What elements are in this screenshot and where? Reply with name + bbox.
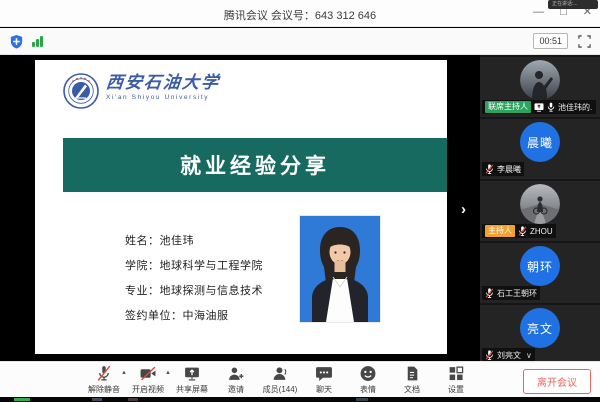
settings-button[interactable]: 设置 [434, 365, 478, 395]
university-name-en: Xi'an Shiyou University [106, 94, 220, 101]
participant-name: 石工王朝环 [497, 288, 537, 299]
participant-name: 李晨曦 [497, 164, 521, 175]
host-badge: 主持人 [485, 225, 515, 237]
chat-button[interactable]: 聊天 [302, 365, 346, 395]
taskbar-mark [128, 398, 138, 401]
slide-line-employer: 签约单位：中海油服 [125, 307, 263, 323]
id-photo [300, 216, 380, 322]
network-signal-icon[interactable] [32, 35, 43, 47]
meeting-infobar: 00:51 [0, 28, 600, 55]
mic-on-icon [547, 102, 555, 112]
meeting-timer: 00:51 [533, 33, 568, 49]
invite-button[interactable]: 邀请 [214, 365, 258, 395]
participant-name: 池佳玮的... [558, 102, 593, 113]
mic-muted-icon [518, 226, 527, 236]
taskbar-mark [92, 398, 102, 401]
avatar [520, 60, 560, 100]
cohost-badge: 联席主持人 [485, 101, 531, 113]
participant-tile[interactable]: 亮文 刘亮文 ∨ [480, 305, 600, 361]
minimize-button[interactable]: — [533, 5, 544, 19]
unmute-button[interactable]: 解除静音 ▲ [82, 365, 126, 395]
slide-line-college: 学院：地球科学与工程学院 [125, 257, 263, 273]
mic-muted-icon [485, 164, 494, 174]
share-screen-button[interactable]: 共享屏幕 [170, 365, 214, 395]
chevron-down-icon[interactable]: ∨ [526, 351, 532, 360]
avatar-initials: 亮文 [527, 320, 553, 337]
university-name-cn: 西安石油大学 [105, 73, 221, 93]
members-button[interactable]: 成员(144) [258, 365, 302, 395]
avatar-initials: 朝环 [527, 258, 553, 275]
avatar: 朝环 [520, 246, 560, 286]
meeting-title: 腾讯会议 会议号：643 312 646 [0, 7, 600, 23]
avatar-initials: 晨曦 [527, 134, 553, 151]
screen-share-mini-icon [534, 103, 544, 112]
taskbar-green-mark [14, 398, 30, 401]
participant-tile[interactable]: 联席主持人 池佳玮的... [480, 57, 600, 117]
taskbar-sliver [0, 397, 600, 402]
shared-screen-area: 西安石油大学 Xi'an Shiyou University 就业经验分享 姓名… [0, 55, 480, 361]
participant-tile[interactable]: 主持人 ZHOU [480, 181, 600, 241]
taskbar-mark [356, 398, 368, 401]
speaking-indicator-tooltip: 正在讲话:... [548, 0, 598, 9]
avatar [520, 184, 560, 224]
participant-name: ZHOU [530, 227, 553, 236]
participants-sidebar: 联席主持人 池佳玮的... 晨曦 李晨曦 [480, 55, 600, 361]
emoji-button[interactable]: 表情 [346, 365, 390, 395]
presentation-slide: 西安石油大学 Xi'an Shiyou University 就业经验分享 姓名… [35, 60, 447, 354]
participant-tile[interactable]: 晨曦 李晨曦 [480, 119, 600, 179]
window-titlebar: 腾讯会议 会议号：643 312 646 — □ ✕ [0, 0, 600, 27]
avatar: 亮文 [520, 308, 560, 348]
meeting-toolbar: 解除静音 ▲ 开启视频 ▲ 共享屏幕 邀请 成员(144) 聊天 表情 文档 设… [0, 361, 600, 397]
mic-muted-icon [485, 350, 494, 360]
avatar: 晨曦 [520, 122, 560, 162]
documents-button[interactable]: 文档 [390, 365, 434, 395]
fullscreen-icon[interactable] [578, 35, 591, 53]
slide-title: 就业经验分享 [180, 150, 330, 180]
university-logo: 西安石油大学 Xi'an Shiyou University [63, 73, 220, 114]
participant-tile[interactable]: 朝环 石工王朝环 [480, 243, 600, 303]
mic-muted-icon [485, 288, 494, 298]
slide-line-major: 专业：地球探测与信息技术 [125, 282, 263, 298]
leave-meeting-button[interactable]: 离开会议 [523, 369, 591, 394]
slide-line-name: 姓名：池佳玮 [125, 232, 263, 248]
university-emblem-icon [63, 73, 99, 114]
sidebar-collapse-chevron[interactable]: › [461, 201, 466, 218]
start-video-button[interactable]: 开启视频 ▲ [126, 365, 170, 395]
slide-title-banner: 就业经验分享 [63, 138, 447, 192]
participant-name: 刘亮文 [497, 350, 521, 361]
slide-body-text: 姓名：池佳玮 学院：地球科学与工程学院 专业：地球探测与信息技术 签约单位：中海… [125, 232, 263, 332]
security-shield-icon[interactable] [9, 34, 24, 54]
